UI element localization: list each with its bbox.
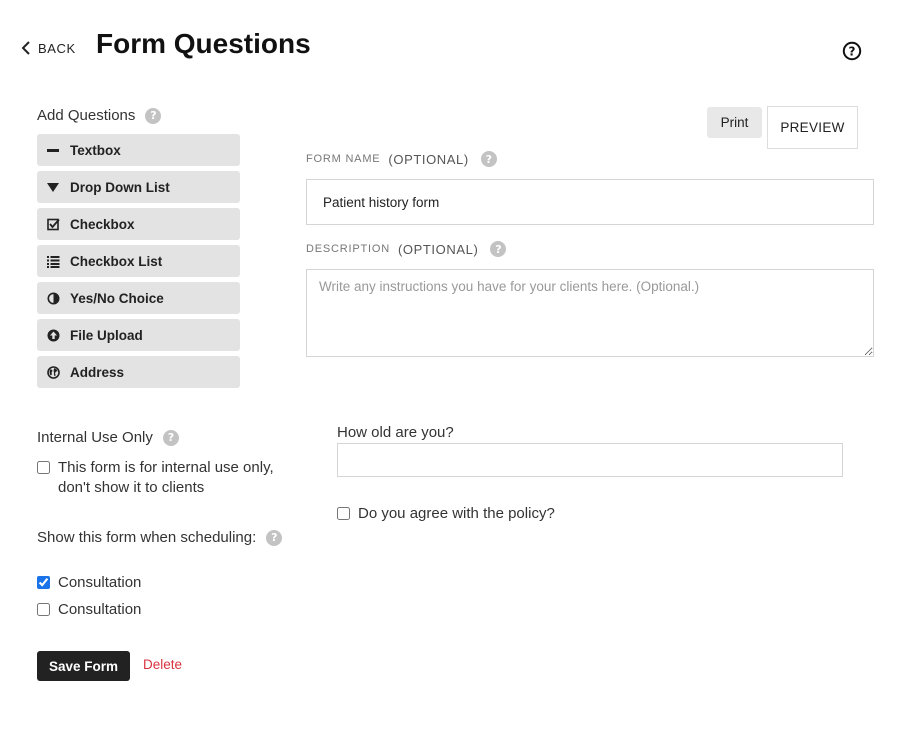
add-yes-no-button[interactable]: Yes/No Choice: [37, 282, 240, 314]
list-icon: [47, 255, 60, 268]
scheduling-heading: Show this form when scheduling: ?: [37, 529, 283, 546]
age-answer-input[interactable]: [337, 443, 843, 477]
add-questions-label: Add Questions: [37, 107, 136, 124]
print-button[interactable]: Print: [707, 107, 762, 138]
back-label: BACK: [38, 40, 76, 56]
description-textarea[interactable]: [306, 269, 874, 357]
help-circle-icon[interactable]: ?: [842, 41, 862, 61]
question-label: How old are you?: [337, 424, 454, 441]
svg-text:?: ?: [849, 44, 856, 58]
minus-icon: [47, 144, 60, 157]
checkbox-icon: [47, 218, 60, 231]
internal-use-label: Internal Use Only: [37, 429, 153, 446]
consultation-checkbox[interactable]: [37, 576, 50, 589]
button-label: Drop Down List: [70, 179, 170, 195]
question-type-buttons: Textbox Drop Down List Checkbox Checkbox…: [37, 134, 240, 393]
page-title: Form Questions: [96, 28, 311, 59]
help-icon[interactable]: ?: [266, 529, 283, 546]
triangle-down-icon: [47, 181, 60, 194]
back-link[interactable]: BACK: [20, 40, 76, 56]
policy-question[interactable]: Do you agree with the policy?: [337, 504, 555, 524]
save-form-button[interactable]: Save Form: [37, 651, 131, 681]
help-icon[interactable]: ?: [490, 241, 507, 257]
half-circle-icon: [47, 292, 60, 305]
delete-link[interactable]: Delete: [143, 657, 182, 672]
description-label: DESCRIPTION (OPTIONAL) ?: [306, 241, 507, 257]
button-label: Textbox: [70, 142, 121, 158]
help-icon[interactable]: ?: [145, 107, 162, 124]
help-icon[interactable]: ?: [480, 151, 497, 167]
button-label: Checkbox List: [70, 253, 163, 269]
button-label: Checkbox: [70, 216, 135, 232]
scheduling-option[interactable]: Consultation: [37, 600, 141, 620]
add-dropdown-button[interactable]: Drop Down List: [37, 171, 240, 203]
button-label: Yes/No Choice: [70, 290, 164, 306]
form-name-input[interactable]: [306, 179, 874, 225]
add-file-upload-button[interactable]: File Upload: [37, 319, 240, 351]
internal-use-option[interactable]: This form is for internal use only, don'…: [37, 458, 282, 498]
help-icon[interactable]: ?: [162, 429, 179, 446]
button-label: File Upload: [70, 327, 143, 343]
option-label: Consultation: [58, 574, 142, 591]
button-label: Address: [70, 364, 125, 380]
add-questions-heading: Add Questions ?: [37, 107, 162, 124]
chevron-left-icon: [21, 41, 30, 55]
internal-use-heading: Internal Use Only ?: [37, 429, 179, 446]
internal-use-checkbox[interactable]: [37, 461, 50, 474]
upload-icon: [47, 329, 60, 342]
internal-use-text: This form is for internal use only, don'…: [58, 459, 274, 496]
add-textbox-button[interactable]: Textbox: [37, 134, 240, 166]
option-label: Consultation: [58, 601, 142, 618]
globe-icon: [47, 365, 60, 379]
add-checkbox-list-button[interactable]: Checkbox List: [37, 245, 240, 277]
add-address-button[interactable]: Address: [37, 356, 240, 388]
add-checkbox-button[interactable]: Checkbox: [37, 208, 240, 240]
question-label: Do you agree with the policy?: [358, 505, 555, 522]
preview-button[interactable]: PREVIEW: [767, 106, 858, 149]
scheduling-label: Show this form when scheduling:: [37, 529, 257, 546]
policy-checkbox[interactable]: [337, 507, 350, 520]
scheduling-option[interactable]: Consultation: [37, 573, 141, 593]
consultation-checkbox[interactable]: [37, 603, 50, 616]
form-name-label: FORM NAME (OPTIONAL) ?: [306, 151, 497, 167]
